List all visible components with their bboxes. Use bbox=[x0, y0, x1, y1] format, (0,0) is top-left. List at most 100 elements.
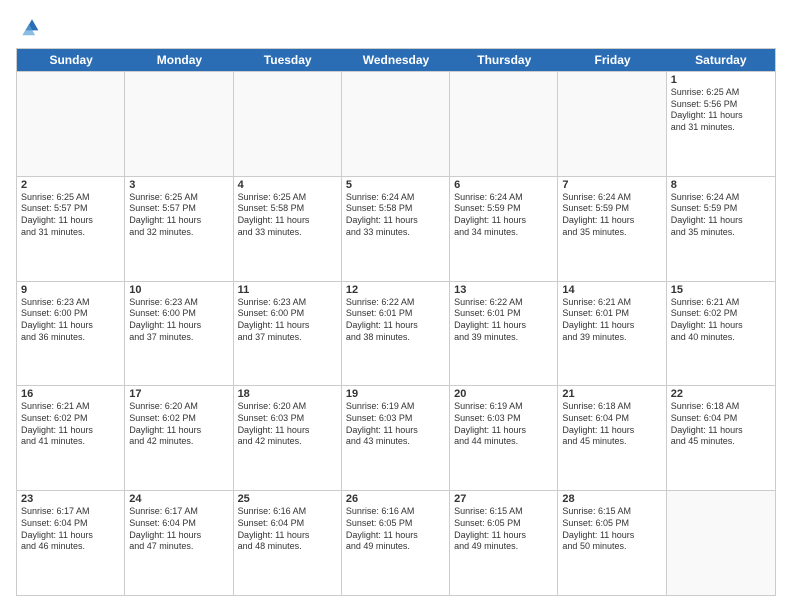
day-cell-24: 24Sunrise: 6:17 AM Sunset: 6:04 PM Dayli… bbox=[125, 491, 233, 595]
day-cell-18: 18Sunrise: 6:20 AM Sunset: 6:03 PM Dayli… bbox=[234, 386, 342, 490]
empty-cell bbox=[450, 72, 558, 176]
day-cell-1: 1Sunrise: 6:25 AM Sunset: 5:56 PM Daylig… bbox=[667, 72, 775, 176]
logo bbox=[16, 16, 44, 40]
day-number: 21 bbox=[562, 388, 661, 400]
empty-cell bbox=[125, 72, 233, 176]
day-cell-3: 3Sunrise: 6:25 AM Sunset: 5:57 PM Daylig… bbox=[125, 177, 233, 281]
day-number: 3 bbox=[129, 179, 228, 191]
day-number: 14 bbox=[562, 284, 661, 296]
day-cell-12: 12Sunrise: 6:22 AM Sunset: 6:01 PM Dayli… bbox=[342, 282, 450, 386]
day-cell-22: 22Sunrise: 6:18 AM Sunset: 6:04 PM Dayli… bbox=[667, 386, 775, 490]
day-info: Sunrise: 6:19 AM Sunset: 6:03 PM Dayligh… bbox=[346, 401, 445, 448]
empty-cell bbox=[17, 72, 125, 176]
day-number: 24 bbox=[129, 493, 228, 505]
day-info: Sunrise: 6:24 AM Sunset: 5:59 PM Dayligh… bbox=[562, 192, 661, 239]
day-cell-7: 7Sunrise: 6:24 AM Sunset: 5:59 PM Daylig… bbox=[558, 177, 666, 281]
day-cell-23: 23Sunrise: 6:17 AM Sunset: 6:04 PM Dayli… bbox=[17, 491, 125, 595]
week-row-4: 23Sunrise: 6:17 AM Sunset: 6:04 PM Dayli… bbox=[17, 490, 775, 595]
header-day-monday: Monday bbox=[125, 49, 233, 71]
day-number: 11 bbox=[238, 284, 337, 296]
day-cell-11: 11Sunrise: 6:23 AM Sunset: 6:00 PM Dayli… bbox=[234, 282, 342, 386]
day-cell-19: 19Sunrise: 6:19 AM Sunset: 6:03 PM Dayli… bbox=[342, 386, 450, 490]
empty-cell bbox=[234, 72, 342, 176]
day-info: Sunrise: 6:20 AM Sunset: 6:02 PM Dayligh… bbox=[129, 401, 228, 448]
calendar-body: 1Sunrise: 6:25 AM Sunset: 5:56 PM Daylig… bbox=[17, 71, 775, 595]
day-info: Sunrise: 6:16 AM Sunset: 6:04 PM Dayligh… bbox=[238, 506, 337, 553]
header-day-friday: Friday bbox=[558, 49, 666, 71]
day-cell-4: 4Sunrise: 6:25 AM Sunset: 5:58 PM Daylig… bbox=[234, 177, 342, 281]
calendar: SundayMondayTuesdayWednesdayThursdayFrid… bbox=[16, 48, 776, 596]
header-day-saturday: Saturday bbox=[667, 49, 775, 71]
day-info: Sunrise: 6:23 AM Sunset: 6:00 PM Dayligh… bbox=[238, 297, 337, 344]
day-number: 18 bbox=[238, 388, 337, 400]
day-cell-13: 13Sunrise: 6:22 AM Sunset: 6:01 PM Dayli… bbox=[450, 282, 558, 386]
day-info: Sunrise: 6:19 AM Sunset: 6:03 PM Dayligh… bbox=[454, 401, 553, 448]
day-info: Sunrise: 6:21 AM Sunset: 6:02 PM Dayligh… bbox=[671, 297, 771, 344]
day-info: Sunrise: 6:25 AM Sunset: 5:57 PM Dayligh… bbox=[129, 192, 228, 239]
header-day-tuesday: Tuesday bbox=[234, 49, 342, 71]
page: SundayMondayTuesdayWednesdayThursdayFrid… bbox=[0, 0, 792, 612]
day-cell-28: 28Sunrise: 6:15 AM Sunset: 6:05 PM Dayli… bbox=[558, 491, 666, 595]
day-number: 25 bbox=[238, 493, 337, 505]
day-info: Sunrise: 6:15 AM Sunset: 6:05 PM Dayligh… bbox=[454, 506, 553, 553]
day-info: Sunrise: 6:21 AM Sunset: 6:02 PM Dayligh… bbox=[21, 401, 120, 448]
day-cell-20: 20Sunrise: 6:19 AM Sunset: 6:03 PM Dayli… bbox=[450, 386, 558, 490]
week-row-0: 1Sunrise: 6:25 AM Sunset: 5:56 PM Daylig… bbox=[17, 71, 775, 176]
day-info: Sunrise: 6:24 AM Sunset: 5:58 PM Dayligh… bbox=[346, 192, 445, 239]
day-info: Sunrise: 6:21 AM Sunset: 6:01 PM Dayligh… bbox=[562, 297, 661, 344]
empty-cell bbox=[558, 72, 666, 176]
day-cell-26: 26Sunrise: 6:16 AM Sunset: 6:05 PM Dayli… bbox=[342, 491, 450, 595]
empty-cell bbox=[667, 491, 775, 595]
day-number: 19 bbox=[346, 388, 445, 400]
day-info: Sunrise: 6:17 AM Sunset: 6:04 PM Dayligh… bbox=[129, 506, 228, 553]
day-cell-15: 15Sunrise: 6:21 AM Sunset: 6:02 PM Dayli… bbox=[667, 282, 775, 386]
day-number: 7 bbox=[562, 179, 661, 191]
day-cell-14: 14Sunrise: 6:21 AM Sunset: 6:01 PM Dayli… bbox=[558, 282, 666, 386]
day-info: Sunrise: 6:25 AM Sunset: 5:57 PM Dayligh… bbox=[21, 192, 120, 239]
day-info: Sunrise: 6:18 AM Sunset: 6:04 PM Dayligh… bbox=[562, 401, 661, 448]
day-info: Sunrise: 6:24 AM Sunset: 5:59 PM Dayligh… bbox=[671, 192, 771, 239]
day-number: 27 bbox=[454, 493, 553, 505]
day-cell-25: 25Sunrise: 6:16 AM Sunset: 6:04 PM Dayli… bbox=[234, 491, 342, 595]
header bbox=[16, 16, 776, 40]
logo-icon bbox=[16, 16, 40, 40]
header-day-wednesday: Wednesday bbox=[342, 49, 450, 71]
day-number: 23 bbox=[21, 493, 120, 505]
day-number: 8 bbox=[671, 179, 771, 191]
week-row-2: 9Sunrise: 6:23 AM Sunset: 6:00 PM Daylig… bbox=[17, 281, 775, 386]
day-number: 26 bbox=[346, 493, 445, 505]
day-info: Sunrise: 6:20 AM Sunset: 6:03 PM Dayligh… bbox=[238, 401, 337, 448]
day-info: Sunrise: 6:23 AM Sunset: 6:00 PM Dayligh… bbox=[129, 297, 228, 344]
day-cell-17: 17Sunrise: 6:20 AM Sunset: 6:02 PM Dayli… bbox=[125, 386, 233, 490]
day-number: 28 bbox=[562, 493, 661, 505]
day-cell-10: 10Sunrise: 6:23 AM Sunset: 6:00 PM Dayli… bbox=[125, 282, 233, 386]
day-number: 1 bbox=[671, 74, 771, 86]
day-number: 13 bbox=[454, 284, 553, 296]
header-day-sunday: Sunday bbox=[17, 49, 125, 71]
day-info: Sunrise: 6:16 AM Sunset: 6:05 PM Dayligh… bbox=[346, 506, 445, 553]
day-info: Sunrise: 6:22 AM Sunset: 6:01 PM Dayligh… bbox=[346, 297, 445, 344]
week-row-3: 16Sunrise: 6:21 AM Sunset: 6:02 PM Dayli… bbox=[17, 385, 775, 490]
day-info: Sunrise: 6:25 AM Sunset: 5:56 PM Dayligh… bbox=[671, 87, 771, 134]
day-cell-16: 16Sunrise: 6:21 AM Sunset: 6:02 PM Dayli… bbox=[17, 386, 125, 490]
day-number: 17 bbox=[129, 388, 228, 400]
header-day-thursday: Thursday bbox=[450, 49, 558, 71]
day-cell-27: 27Sunrise: 6:15 AM Sunset: 6:05 PM Dayli… bbox=[450, 491, 558, 595]
week-row-1: 2Sunrise: 6:25 AM Sunset: 5:57 PM Daylig… bbox=[17, 176, 775, 281]
day-cell-5: 5Sunrise: 6:24 AM Sunset: 5:58 PM Daylig… bbox=[342, 177, 450, 281]
day-number: 10 bbox=[129, 284, 228, 296]
day-number: 2 bbox=[21, 179, 120, 191]
day-cell-6: 6Sunrise: 6:24 AM Sunset: 5:59 PM Daylig… bbox=[450, 177, 558, 281]
day-cell-21: 21Sunrise: 6:18 AM Sunset: 6:04 PM Dayli… bbox=[558, 386, 666, 490]
day-info: Sunrise: 6:15 AM Sunset: 6:05 PM Dayligh… bbox=[562, 506, 661, 553]
day-info: Sunrise: 6:17 AM Sunset: 6:04 PM Dayligh… bbox=[21, 506, 120, 553]
day-info: Sunrise: 6:24 AM Sunset: 5:59 PM Dayligh… bbox=[454, 192, 553, 239]
day-number: 15 bbox=[671, 284, 771, 296]
day-number: 12 bbox=[346, 284, 445, 296]
day-cell-2: 2Sunrise: 6:25 AM Sunset: 5:57 PM Daylig… bbox=[17, 177, 125, 281]
day-number: 5 bbox=[346, 179, 445, 191]
day-info: Sunrise: 6:25 AM Sunset: 5:58 PM Dayligh… bbox=[238, 192, 337, 239]
day-cell-9: 9Sunrise: 6:23 AM Sunset: 6:00 PM Daylig… bbox=[17, 282, 125, 386]
day-info: Sunrise: 6:18 AM Sunset: 6:04 PM Dayligh… bbox=[671, 401, 771, 448]
day-number: 6 bbox=[454, 179, 553, 191]
